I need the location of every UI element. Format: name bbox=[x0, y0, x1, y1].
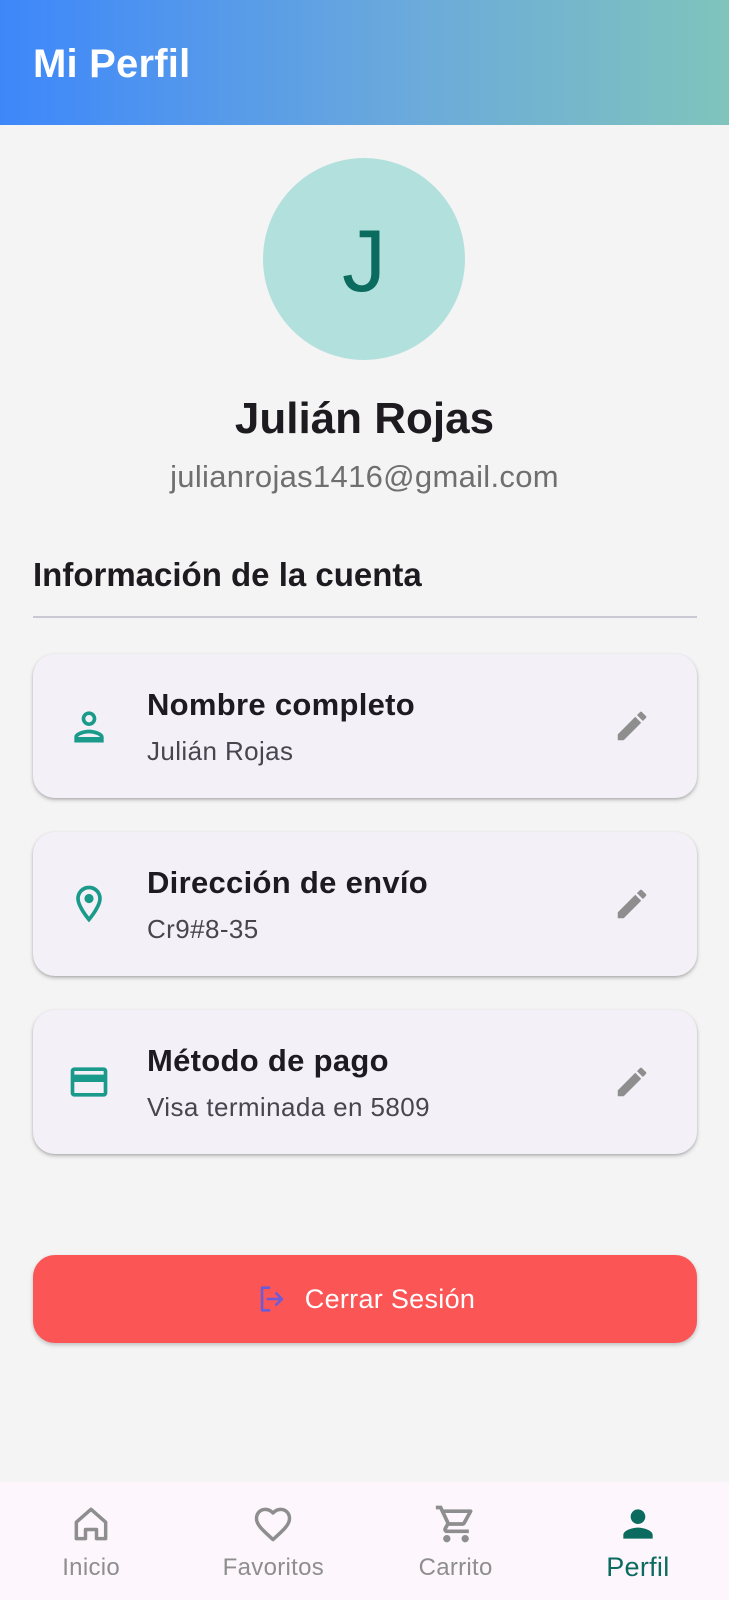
nav-item-carrito[interactable]: Carrito bbox=[365, 1482, 547, 1600]
nav-label: Carrito bbox=[418, 1554, 493, 1581]
edit-icon[interactable] bbox=[613, 885, 651, 923]
card-label: Dirección de envío bbox=[147, 865, 429, 900]
account-card-name[interactable]: Nombre completo Julián Rojas bbox=[33, 654, 697, 798]
nav-item-favoritos[interactable]: Favoritos bbox=[182, 1482, 364, 1600]
profile-email: julianrojas1416@gmail.com bbox=[170, 459, 559, 494]
nav-label: Favoritos bbox=[222, 1554, 325, 1581]
account-card-address[interactable]: Dirección de envío Cr9#8-35 bbox=[33, 832, 697, 976]
page-title: Mi Perfil bbox=[33, 42, 191, 86]
edit-icon[interactable] bbox=[613, 1063, 651, 1101]
logout-label: Cerrar Sesión bbox=[304, 1283, 476, 1314]
nav-item-inicio[interactable]: Inicio bbox=[0, 1482, 182, 1600]
app-bar: Mi Perfil bbox=[0, 0, 729, 125]
section-divider bbox=[33, 616, 697, 618]
person-icon bbox=[623, 1509, 653, 1539]
nav-label: Inicio bbox=[62, 1554, 121, 1581]
heart-icon bbox=[255, 1507, 292, 1542]
account-card-payment[interactable]: Método de pago Visa terminada en 5809 bbox=[33, 1010, 697, 1154]
card-value: Cr9#8-35 bbox=[147, 914, 259, 944]
card-value: Julián Rojas bbox=[147, 736, 294, 766]
card-value: Visa terminada en 5809 bbox=[147, 1092, 430, 1122]
nav-label: Perfil bbox=[606, 1552, 670, 1582]
person-icon bbox=[74, 711, 104, 743]
avatar: J bbox=[263, 158, 465, 360]
logout-icon bbox=[260, 1286, 283, 1312]
cart-icon bbox=[435, 1505, 473, 1543]
bottom-nav: Inicio Favoritos Carrito Perfil bbox=[0, 1482, 729, 1600]
card-label: Método de pago bbox=[147, 1043, 389, 1078]
profile-name: Julián Rojas bbox=[234, 394, 495, 443]
nav-item-perfil[interactable]: Perfil bbox=[547, 1482, 729, 1600]
avatar-initial: J bbox=[342, 211, 386, 310]
credit-card-icon bbox=[70, 1067, 108, 1097]
edit-icon[interactable] bbox=[613, 707, 651, 745]
section-title: Información de la cuenta bbox=[33, 556, 422, 593]
location-pin-icon bbox=[76, 885, 102, 923]
card-label: Nombre completo bbox=[147, 687, 416, 722]
home-icon bbox=[74, 1507, 108, 1541]
logout-button[interactable]: Cerrar Sesión bbox=[33, 1255, 697, 1343]
